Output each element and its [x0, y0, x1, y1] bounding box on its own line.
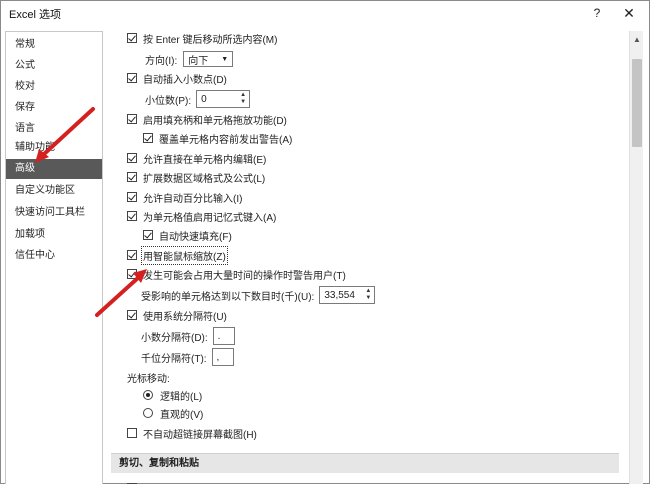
no-hyperlink-screenshot-option[interactable]: 不自动超链接屏幕截图(H) [127, 424, 257, 442]
fill-handle-label: 启用填充柄和单元格拖放功能(D) [143, 115, 287, 127]
visual-option[interactable]: 直观的(V) [143, 404, 203, 422]
cells-affected-value: 33,554 [324, 289, 355, 301]
scroll-up-icon[interactable]: ▲ [630, 33, 644, 45]
thousands-separator-option: 千位分隔符(T): , [141, 348, 234, 366]
decimal-places-label: 小位数(P): [145, 95, 192, 107]
overwrite-alert-option[interactable]: 覆盖单元格内容前发出警告(A) [143, 129, 292, 147]
extend-formats-option[interactable]: 扩展数据区域格式及公式(L) [127, 168, 265, 186]
chevron-down-icon: ▼ [221, 55, 229, 63]
cursor-movement-label: 光标移动: [127, 373, 170, 385]
direction-select[interactable]: 向下 ▼ [183, 51, 234, 67]
autocomplete-checkbox[interactable] [127, 211, 137, 221]
decimal-places-spinner[interactable]: 0 ▲ ▼ [196, 90, 251, 108]
help-icon[interactable]: ? [581, 1, 613, 25]
sidebar-item-save[interactable]: 保存 [6, 98, 102, 118]
sidebar-item-quick-access-toolbar[interactable]: 快速访问工具栏 [6, 203, 102, 223]
autocomplete-option[interactable]: 为单元格值启用记忆式键入(A) [127, 207, 276, 225]
no-hyperlink-screenshot-checkbox[interactable] [127, 428, 137, 438]
close-icon[interactable]: ✕ [613, 1, 645, 25]
cells-affected-option: 受影响的单元格达到以下数目时(千)(U): 33,554 ▲ ▼ [141, 286, 376, 304]
auto-decimal-checkbox[interactable] [127, 73, 137, 83]
sidebar-item-trust-center[interactable]: 信任中心 [6, 246, 102, 266]
auto-decimal-label: 自动插入小数点(D) [143, 74, 227, 86]
excel-options-dialog: Excel 选项 ? ✕ 常规 公式 校对 保存 语言 辅助功能 高级 自定义功… [0, 0, 650, 484]
intellimouse-zoom-option[interactable]: 用智能鼠标缩放(Z) [127, 245, 228, 265]
partial-next-option[interactable] [127, 479, 143, 484]
visual-label: 直观的(V) [160, 409, 204, 421]
flash-fill-option[interactable]: 自动快速填充(F) [143, 226, 232, 244]
edit-in-cell-label: 允许直接在单元格内编辑(E) [143, 154, 267, 166]
cells-affected-spinner[interactable]: 33,554 ▲ ▼ [319, 286, 376, 304]
overwrite-alert-checkbox[interactable] [143, 133, 153, 143]
auto-percent-option[interactable]: 允许自动百分比输入(I) [127, 188, 242, 206]
auto-decimal-option[interactable]: 自动插入小数点(D) [127, 69, 227, 87]
overwrite-alert-label: 覆盖单元格内容前发出警告(A) [159, 134, 293, 146]
options-sidebar: 常规 公式 校对 保存 语言 辅助功能 高级 自定义功能区 快速访问工具栏 加载… [5, 31, 103, 484]
sidebar-item-general[interactable]: 常规 [6, 35, 102, 55]
title-bar: Excel 选项 ? ✕ [1, 1, 649, 25]
sidebar-item-advanced[interactable]: 高级 [6, 159, 102, 179]
decimal-places-value: 0 [201, 93, 207, 105]
decimal-separator-label: 小数分隔符(D): [141, 332, 208, 344]
spinner-arrows-icon[interactable]: ▲ ▼ [239, 92, 247, 106]
edit-in-cell-checkbox[interactable] [127, 153, 137, 163]
enter-move-option[interactable]: 按 Enter 键后移动所选内容(M) [127, 31, 277, 47]
section-cut-copy-paste: 剪切、复制和粘贴 [111, 453, 619, 473]
sidebar-item-formulas[interactable]: 公式 [6, 56, 102, 76]
vertical-scrollbar[interactable]: ▲ [629, 31, 643, 484]
autocomplete-label: 为单元格值启用记忆式键入(A) [143, 212, 277, 224]
thousands-separator-input[interactable]: , [211, 348, 234, 366]
direction-label: 方向(I): [145, 55, 178, 67]
decimal-separator-input[interactable]: . [212, 327, 235, 345]
logical-radio[interactable] [143, 390, 153, 400]
time-warn-option[interactable]: 发生可能会占用大量时间的操作时警告用户(T) [127, 265, 346, 283]
fill-handle-checkbox[interactable] [127, 114, 137, 124]
sidebar-item-accessibility[interactable]: 辅助功能 [6, 138, 102, 158]
enter-move-checkbox[interactable] [127, 33, 137, 43]
advanced-options-panel: 按 Enter 键后移动所选内容(M) 方向(I): 向下 ▼ 自动插入小数点(… [111, 31, 629, 484]
extend-formats-checkbox[interactable] [127, 172, 137, 182]
sidebar-item-proofing[interactable]: 校对 [6, 77, 102, 97]
system-separators-checkbox[interactable] [127, 310, 137, 320]
time-warn-label: 发生可能会占用大量时间的操作时警告用户(T) [143, 270, 346, 282]
logical-option[interactable]: 逻辑的(L) [143, 386, 202, 404]
system-separators-label: 使用系统分隔符(U) [143, 311, 227, 323]
system-separators-option[interactable]: 使用系统分隔符(U) [127, 306, 227, 324]
window-title: Excel 选项 [9, 9, 61, 21]
visual-radio[interactable] [143, 408, 153, 418]
logical-label: 逻辑的(L) [160, 391, 203, 403]
edit-in-cell-option[interactable]: 允许直接在单元格内编辑(E) [127, 149, 266, 167]
flash-fill-checkbox[interactable] [143, 230, 153, 240]
spinner-arrows-icon[interactable]: ▲ ▼ [364, 288, 372, 302]
direction-value: 向下 [188, 55, 209, 67]
extend-formats-label: 扩展数据区域格式及公式(L) [143, 173, 266, 185]
intellimouse-zoom-checkbox[interactable] [127, 250, 137, 260]
sidebar-item-add-ins[interactable]: 加载项 [6, 225, 102, 245]
intellimouse-zoom-label: 用智能鼠标缩放(Z) [141, 245, 228, 265]
sidebar-item-customize-ribbon[interactable]: 自定义功能区 [6, 181, 102, 201]
enter-move-label: 按 Enter 键后移动所选内容(M) [143, 34, 278, 46]
thousands-separator-label: 千位分隔符(T): [141, 353, 207, 365]
auto-percent-checkbox[interactable] [127, 192, 137, 202]
sidebar-item-language[interactable]: 语言 [6, 119, 102, 139]
scrollbar-thumb[interactable] [632, 59, 642, 147]
cursor-movement-heading: 光标移动: [127, 368, 170, 386]
direction-option: 方向(I): 向下 ▼ [145, 50, 234, 68]
flash-fill-label: 自动快速填充(F) [159, 231, 232, 243]
no-hyperlink-screenshot-label: 不自动超链接屏幕截图(H) [143, 429, 257, 441]
fill-handle-option[interactable]: 启用填充柄和单元格拖放功能(D) [127, 110, 287, 128]
decimal-places-option: 小位数(P): 0 ▲ ▼ [145, 90, 251, 108]
time-warn-checkbox[interactable] [127, 269, 137, 279]
auto-percent-label: 允许自动百分比输入(I) [143, 193, 243, 205]
decimal-separator-option: 小数分隔符(D): . [141, 327, 235, 345]
cells-affected-label: 受影响的单元格达到以下数目时(千)(U): [141, 291, 315, 303]
